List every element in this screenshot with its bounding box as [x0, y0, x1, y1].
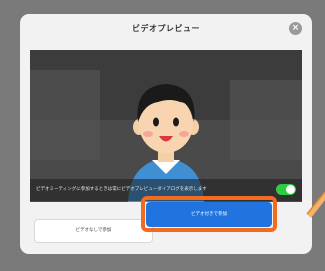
close-icon[interactable]: ×	[289, 22, 302, 35]
dialog-title: ビデオプレビュー	[132, 24, 200, 33]
preview-setting-label: ビデオミーティングに参加するときは常にビデオプレビューダイアログを表示します	[36, 187, 207, 192]
video-preview: ビデオミーティングに参加するときは常にビデオプレビューダイアログを表示します	[30, 50, 302, 202]
toggle-knob	[286, 185, 295, 194]
pointer-icon	[306, 192, 325, 218]
join-without-video-button[interactable]: ビデオなしで参加	[34, 219, 153, 243]
join-with-video-button[interactable]: ビデオ付きで参加	[146, 202, 272, 227]
always-show-preview-toggle[interactable]	[276, 184, 296, 195]
